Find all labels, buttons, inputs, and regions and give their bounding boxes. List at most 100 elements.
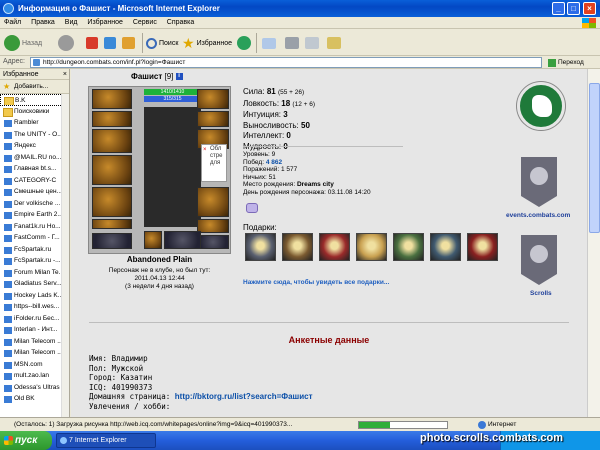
minimize-button[interactable]: _ (552, 2, 565, 15)
events-link[interactable]: events.combats.com (506, 212, 570, 219)
favorites-link[interactable]: The UNITY - O... (0, 129, 69, 141)
media-button[interactable] (237, 34, 253, 52)
survey-title: Анкетные данные (288, 335, 370, 345)
favorites-link[interactable]: Milan Telecom ... (0, 336, 69, 348)
mail-button[interactable] (262, 34, 278, 52)
favorites-link[interactable]: Der volkische ... (0, 198, 69, 210)
favorites-link[interactable]: Empire Earth 2... (0, 209, 69, 221)
slot-pocket[interactable] (92, 233, 132, 249)
start-button[interactable]: пуск (0, 431, 52, 450)
gift-item[interactable] (356, 233, 387, 261)
favorites-link[interactable]: Яндекс (0, 140, 69, 152)
gift-item[interactable] (393, 233, 424, 261)
slot-boots[interactable] (197, 219, 229, 233)
scrolls-banner-icon[interactable] (521, 235, 557, 285)
slot-leggings[interactable] (197, 187, 229, 217)
back-button[interactable]: Назад (4, 34, 42, 52)
favorites-link[interactable]: FcSpartak.ru (0, 244, 69, 256)
page-scrollbar[interactable] (587, 69, 600, 417)
stop-button[interactable] (86, 34, 100, 52)
favorites-link[interactable]: https--bill.wes... (0, 301, 69, 313)
favorites-link[interactable]: Rambler (0, 117, 69, 129)
slot-armor[interactable] (92, 187, 132, 217)
home-button[interactable] (122, 34, 137, 52)
favorites-folder[interactable]: Поисковики (0, 106, 69, 118)
favorites-link[interactable]: Fanat1k.ru Ho... (0, 221, 69, 233)
favorites-button[interactable]: ★ Избранное (182, 34, 232, 52)
combats-logo-icon[interactable] (517, 82, 565, 130)
slot-helmet[interactable] (92, 89, 132, 109)
favorites-link[interactable]: Forum Milan Te... (0, 267, 69, 279)
info-icon[interactable]: i (175, 73, 183, 81)
slot-belt[interactable] (92, 219, 132, 229)
character-name: Фашист [9] i (131, 72, 183, 81)
slot-earrings[interactable] (92, 111, 132, 127)
refresh-icon (104, 37, 116, 49)
favorites-link[interactable]: Old BK (0, 393, 69, 405)
forward-button[interactable] (58, 34, 76, 52)
stats-divider (243, 146, 403, 147)
favorites-link[interactable]: Milan Telecom ... (0, 347, 69, 359)
slot-weapon[interactable] (92, 155, 132, 185)
favorites-folder[interactable]: B.K (0, 94, 69, 106)
refresh-button[interactable] (104, 34, 118, 52)
slot-gloves[interactable] (197, 111, 229, 127)
menu-edit[interactable]: Правка (27, 17, 59, 29)
go-button[interactable]: Переход (548, 57, 584, 68)
close-button[interactable]: × (583, 2, 596, 15)
edit-button[interactable] (305, 34, 321, 52)
favorites-link[interactable]: CATEGORY-C (0, 175, 69, 187)
scrollbar-thumb[interactable] (589, 83, 600, 233)
hp-bar: 1410/1410 (144, 89, 201, 95)
taskbar-ie-button[interactable]: 7 Internet Explorer (56, 433, 156, 448)
favorites-link[interactable]: Odessa's Ultras (0, 382, 69, 394)
search-button[interactable]: Поиск (146, 34, 178, 52)
favorites-pane-close[interactable]: × (63, 69, 67, 80)
events-banner-icon[interactable] (521, 157, 557, 207)
slot-bracers[interactable] (197, 89, 229, 109)
slot-emblem[interactable] (164, 231, 201, 249)
gift-item[interactable] (245, 233, 276, 261)
gift-item[interactable] (467, 233, 498, 261)
popup-close-icon[interactable]: × (203, 147, 207, 154)
scrolls-link[interactable]: Scrolls (530, 290, 552, 297)
gift-item[interactable] (430, 233, 461, 261)
favorites-link[interactable]: Interlan - Инт... (0, 324, 69, 336)
address-bar: Адрес: http://dungeon.combats.com/inf.pl… (0, 56, 600, 69)
discuss-icon (327, 37, 341, 49)
favorites-link[interactable]: iFolder.ru Бес... (0, 313, 69, 325)
address-input[interactable]: http://dungeon.combats.com/inf.pl?login=… (30, 57, 542, 68)
slot-ring-1[interactable] (144, 231, 162, 249)
favorites-scrollbar[interactable] (61, 94, 69, 417)
menu-file[interactable]: Файл (0, 17, 25, 29)
section-divider (89, 322, 569, 323)
favorites-link[interactable]: Главная bt.s... (0, 163, 69, 175)
favorites-link[interactable]: MSN.com (0, 359, 69, 371)
menu-tools[interactable]: Сервис (129, 17, 161, 29)
favorites-link[interactable]: Смешные цен... (0, 186, 69, 198)
gift-item[interactable] (319, 233, 350, 261)
status-text: (Осталось: 1) Загрузка рисунка http://we… (14, 421, 293, 428)
badge-icon[interactable] (246, 203, 258, 213)
slot-amulet[interactable] (92, 129, 132, 153)
favorites-link[interactable]: FastComm - Г... (0, 232, 69, 244)
favorites-link[interactable]: mult.zao.lan (0, 370, 69, 382)
stat-agility: Ловкость: 18 (12 + 6) (243, 98, 316, 108)
slot-extra[interactable] (197, 235, 229, 249)
maximize-button[interactable]: □ (567, 2, 580, 15)
discuss-button[interactable] (327, 34, 343, 52)
menu-view[interactable]: Вид (61, 17, 82, 29)
favorites-link[interactable]: @MAIL.RU no... (0, 152, 69, 164)
survey-name: Имя: Владимир (89, 354, 148, 363)
favorites-link[interactable]: Hockey Lads K... (0, 290, 69, 302)
menu-favorites[interactable]: Избранное (83, 17, 126, 29)
menu-help[interactable]: Справка (163, 17, 198, 29)
favorites-link[interactable]: Gladiatus Serv... (0, 278, 69, 290)
favorites-link[interactable]: FcSpartak.ru -... (0, 255, 69, 267)
favorites-add-button[interactable]: Добавить... (0, 80, 69, 94)
gift-item[interactable] (282, 233, 313, 261)
toolbar-separator-2 (256, 33, 257, 53)
homepage-link[interactable]: http://bktorg.ru/list?search=Фашист (175, 392, 313, 401)
print-button[interactable] (285, 34, 301, 52)
all-gifts-link[interactable]: Нажмите сюда, чтобы увидеть все подарки.… (243, 279, 389, 286)
